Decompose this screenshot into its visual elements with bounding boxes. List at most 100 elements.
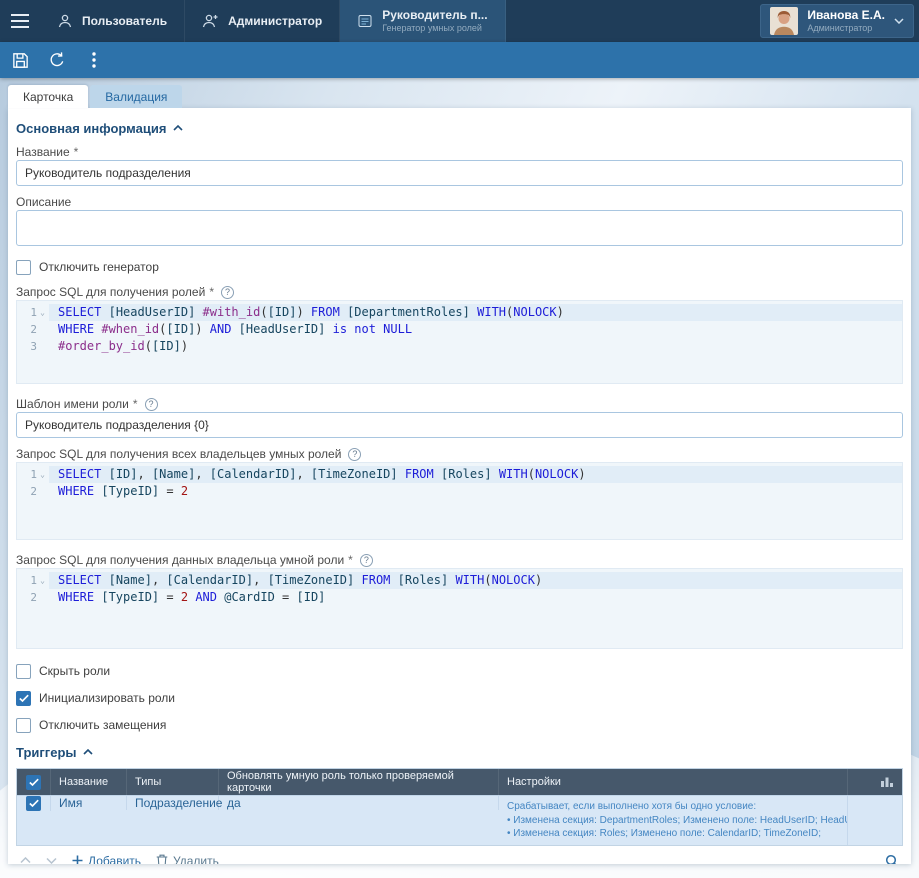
section-main-info[interactable]: Основная информация (16, 118, 903, 138)
user-name: Иванова Е.А. (807, 8, 885, 23)
trigger-table-row[interactable]: Имя Подразделение да Срабатывает, если в… (17, 795, 902, 845)
hide-roles-checkbox[interactable] (16, 664, 31, 679)
tab-active-title: Руководитель п... (382, 8, 487, 23)
sql-owners-editor[interactable]: 1⌄2 SELECT [ID], [Name], [CalendarID], [… (16, 462, 903, 540)
cell-update-only[interactable]: да (219, 796, 499, 810)
current-user-menu[interactable]: Иванова Е.А. Администратор (760, 4, 914, 38)
triggers-table: Название Типы Обновлять умную роль тольк… (16, 768, 903, 846)
trash-icon (156, 854, 168, 864)
card-panel: Основная информация Название * Описание … (8, 108, 911, 864)
sql-owners-label: Запрос SQL для получения всех владельцев… (16, 446, 903, 462)
collapse-chevron-icon (173, 125, 183, 131)
sql-code[interactable]: SELECT [ID], [Name], [CalendarID], [Time… (49, 463, 902, 539)
disable-substitution-label: Отключить замещения (39, 718, 166, 732)
cell-name[interactable]: Имя (51, 796, 127, 810)
admin-user-icon (202, 13, 219, 29)
check-icon (29, 799, 39, 808)
collapse-chevron-icon (83, 749, 93, 755)
tab-card-label: Карточка (23, 90, 73, 104)
save-button[interactable] (3, 45, 37, 75)
tab-active-subtitle: Генератор умных ролей (382, 23, 487, 34)
help-icon[interactable]: ? (221, 286, 234, 299)
card-view-tabs: Карточка Валидация (8, 85, 911, 108)
disable-substitution-checkbox[interactable] (16, 718, 31, 733)
table-search-button[interactable] (885, 854, 899, 865)
required-marker: * (74, 145, 79, 159)
required-marker: * (348, 553, 353, 567)
column-header-update-only[interactable]: Обновлять умную роль только проверяемой … (219, 769, 499, 795)
move-up-button[interactable] (20, 857, 31, 864)
tab-user[interactable]: Пользователь (40, 0, 185, 42)
line-number-gutter[interactable]: 1⌄2 (17, 569, 49, 648)
triggers-table-footer: Добавить Удалить (16, 849, 903, 865)
name-input[interactable] (16, 160, 903, 186)
sql-roles-editor[interactable]: 1⌄23 SELECT [HeadUserID] #with_id([ID]) … (16, 300, 903, 384)
help-icon[interactable]: ? (145, 398, 158, 411)
hamburger-icon (11, 14, 29, 28)
move-down-button[interactable] (46, 857, 57, 864)
refresh-button[interactable] (40, 45, 74, 75)
avatar (770, 7, 798, 35)
cell-settings[interactable]: Срабатывает, если выполнено хотя бы одно… (499, 796, 848, 845)
select-all-cell[interactable] (17, 769, 51, 795)
sql-owner-data-label: Запрос SQL для получения данных владельц… (16, 552, 903, 568)
add-trigger-button[interactable]: Добавить (72, 854, 141, 865)
columns-chart-icon (880, 776, 894, 788)
tab-card[interactable]: Карточка (8, 85, 88, 108)
column-header-settings[interactable]: Настройки (499, 769, 848, 795)
top-bar: Пользователь Администратор Руководитель … (0, 0, 919, 42)
triggers-table-header: Название Типы Обновлять умную роль тольк… (17, 769, 902, 795)
disable-generator-checkbox[interactable] (16, 260, 31, 275)
sql-code[interactable]: SELECT [HeadUserID] #with_id([ID]) FROM … (49, 301, 902, 383)
tab-administrator-label: Администратор (228, 14, 322, 28)
description-input[interactable] (16, 210, 903, 246)
checkbox-row-disable-substitution[interactable]: Отключить замещения (16, 715, 903, 735)
role-name-template-input[interactable] (16, 412, 903, 438)
tab-validation[interactable]: Валидация (90, 85, 182, 108)
delete-trigger-button[interactable]: Удалить (156, 854, 219, 865)
help-icon[interactable]: ? (360, 554, 373, 567)
search-icon (885, 854, 899, 865)
delete-trigger-label: Удалить (173, 854, 219, 865)
line-number-gutter[interactable]: 1⌄2 (17, 463, 49, 539)
name-field-label: Название * (16, 144, 903, 160)
tab-administrator[interactable]: Администратор (185, 0, 340, 42)
chevron-down-icon (894, 18, 904, 24)
kebab-menu-icon (92, 52, 96, 68)
column-header-name[interactable]: Название (51, 769, 127, 795)
checkbox-row-hide-roles[interactable]: Скрыть роли (16, 661, 903, 681)
section-triggers[interactable]: Триггеры (16, 742, 903, 762)
select-all-checkbox[interactable] (26, 775, 41, 790)
tab-validation-label: Валидация (105, 90, 167, 104)
user-role: Администратор (807, 23, 885, 34)
help-icon[interactable]: ? (348, 448, 361, 461)
chevron-down-icon (46, 857, 57, 864)
tab-user-label: Пользователь (82, 14, 167, 28)
init-roles-checkbox[interactable] (16, 691, 31, 706)
cell-types[interactable]: Подразделение (127, 796, 219, 810)
column-header-types[interactable]: Типы (127, 769, 219, 795)
checkbox-row-init-roles[interactable]: Инициализировать роли (16, 688, 903, 708)
checkbox-row-disable-generator[interactable]: Отключить генератор (16, 257, 903, 277)
save-icon (11, 51, 30, 70)
hamburger-menu-button[interactable] (0, 0, 40, 42)
card-icon (357, 13, 373, 29)
sql-roles-label: Запрос SQL для получения ролей * ? (16, 284, 903, 300)
plus-icon (72, 855, 83, 864)
required-marker: * (209, 285, 214, 299)
section-triggers-title: Триггеры (16, 745, 76, 760)
row-checkbox[interactable] (26, 796, 41, 811)
line-number-gutter[interactable]: 1⌄23 (17, 301, 49, 383)
check-icon (29, 778, 39, 787)
chevron-up-icon (20, 857, 31, 864)
sql-owner-data-editor[interactable]: 1⌄2 SELECT [Name], [CalendarID], [TimeZo… (16, 568, 903, 649)
more-actions-button[interactable] (77, 45, 111, 75)
column-tools-cell[interactable] (848, 769, 902, 795)
tab-role-generator-active[interactable]: Руководитель п... Генератор умных ролей (340, 0, 505, 42)
sql-code[interactable]: SELECT [Name], [CalendarID], [TimeZoneID… (49, 569, 902, 648)
check-icon (19, 694, 29, 703)
row-select-cell[interactable] (17, 796, 51, 811)
card-toolbar (0, 42, 919, 78)
section-main-info-title: Основная информация (16, 121, 166, 136)
application-window: Пользователь Администратор Руководитель … (0, 0, 919, 878)
